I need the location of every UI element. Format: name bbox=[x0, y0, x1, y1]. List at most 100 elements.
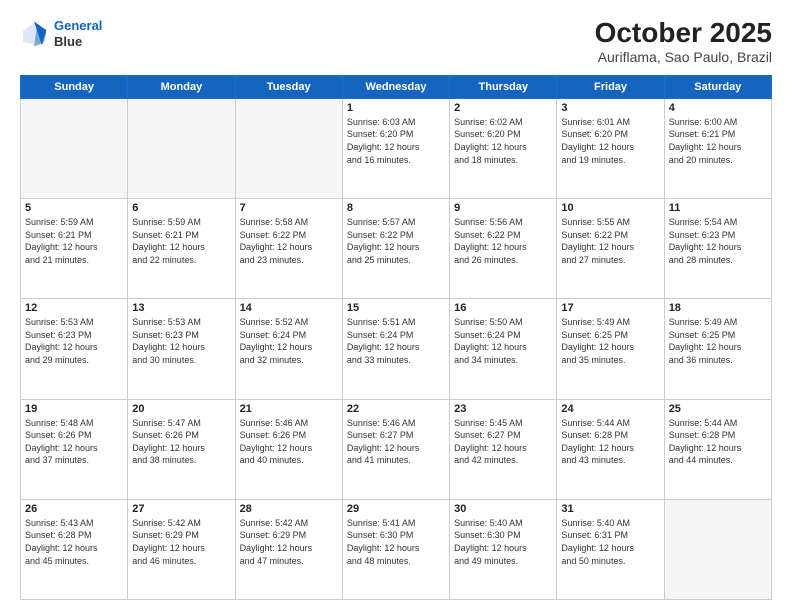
day-info: Sunrise: 5:49 AMSunset: 6:25 PMDaylight:… bbox=[561, 316, 659, 366]
day-cell: 6 Sunrise: 5:59 AMSunset: 6:21 PMDaylight… bbox=[128, 199, 235, 299]
day-number: 1 bbox=[347, 102, 445, 114]
day-info: Sunrise: 5:56 AMSunset: 6:22 PMDaylight:… bbox=[454, 216, 552, 266]
day-cell: 23 Sunrise: 5:45 AMSunset: 6:27 PMDayligh… bbox=[450, 399, 557, 499]
day-info: Sunrise: 5:41 AMSunset: 6:30 PMDaylight:… bbox=[347, 517, 445, 567]
day-info: Sunrise: 5:53 AMSunset: 6:23 PMDaylight:… bbox=[25, 316, 123, 366]
day-number: 2 bbox=[454, 102, 552, 114]
day-number: 23 bbox=[454, 403, 552, 415]
day-cell: 17 Sunrise: 5:49 AMSunset: 6:25 PMDayligh… bbox=[557, 299, 664, 399]
day-cell: 20Sunrise: 5:47 AMSunset: 6:26 PMDayligh… bbox=[128, 399, 235, 499]
day-number: 7 bbox=[240, 202, 338, 214]
day-cell: 19Sunrise: 5:48 AMSunset: 6:26 PMDayligh… bbox=[21, 399, 128, 499]
day-info: Sunrise: 5:59 AMSunset: 6:21 PMDaylight:… bbox=[132, 216, 230, 266]
day-cell: 12 Sunrise: 5:53 AMSunset: 6:23 PMDayligh… bbox=[21, 299, 128, 399]
day-number: 5 bbox=[25, 202, 123, 214]
day-cell: 30 Sunrise: 5:40 AMSunset: 6:30 PMDayligh… bbox=[450, 499, 557, 599]
weekday-header-row: SundayMondayTuesdayWednesdayThursdayFrid… bbox=[21, 75, 772, 98]
logo: GeneralBlue bbox=[20, 18, 102, 49]
day-info: Sunrise: 5:43 AMSunset: 6:28 PMDaylight:… bbox=[25, 517, 123, 567]
day-cell bbox=[664, 499, 771, 599]
day-cell: 9 Sunrise: 5:56 AMSunset: 6:22 PMDaylight… bbox=[450, 199, 557, 299]
day-info: Sunrise: 5:55 AMSunset: 6:22 PMDaylight:… bbox=[561, 216, 659, 266]
day-number: 19 bbox=[25, 403, 123, 415]
day-info: Sunrise: 5:53 AMSunset: 6:23 PMDaylight:… bbox=[132, 316, 230, 366]
day-cell: 25Sunrise: 5:44 AMSunset: 6:28 PMDayligh… bbox=[664, 399, 771, 499]
day-cell: 7 Sunrise: 5:58 AMSunset: 6:22 PMDaylight… bbox=[235, 199, 342, 299]
day-info: Sunrise: 5:40 AMSunset: 6:30 PMDaylight:… bbox=[454, 517, 552, 567]
day-cell: 24 Sunrise: 5:44 AMSunset: 6:28 PMDayligh… bbox=[557, 399, 664, 499]
week-row-1: 1 Sunrise: 6:03 AMSunset: 6:20 PMDaylight… bbox=[21, 98, 772, 198]
day-info: Sunrise: 5:57 AMSunset: 6:22 PMDaylight:… bbox=[347, 216, 445, 266]
day-number: 15 bbox=[347, 302, 445, 314]
logo-text: GeneralBlue bbox=[54, 18, 102, 49]
day-cell: 13 Sunrise: 5:53 AMSunset: 6:23 PMDayligh… bbox=[128, 299, 235, 399]
day-cell: 1 Sunrise: 6:03 AMSunset: 6:20 PMDaylight… bbox=[342, 98, 449, 198]
day-number: 29 bbox=[347, 503, 445, 515]
day-info: Sunrise: 5:58 AMSunset: 6:22 PMDaylight:… bbox=[240, 216, 338, 266]
day-cell: 2 Sunrise: 6:02 AMSunset: 6:20 PMDaylight… bbox=[450, 98, 557, 198]
day-number: 14 bbox=[240, 302, 338, 314]
day-info: Sunrise: 5:59 AMSunset: 6:21 PMDaylight:… bbox=[25, 216, 123, 266]
day-cell: 22 Sunrise: 5:46 AMSunset: 6:27 PMDayligh… bbox=[342, 399, 449, 499]
day-info: Sunrise: 5:49 AMSunset: 6:25 PMDaylight:… bbox=[669, 316, 767, 366]
day-cell: 15Sunrise: 5:51 AMSunset: 6:24 PMDayligh… bbox=[342, 299, 449, 399]
week-row-3: 12 Sunrise: 5:53 AMSunset: 6:23 PMDayligh… bbox=[21, 299, 772, 399]
day-cell bbox=[235, 98, 342, 198]
day-cell: 11Sunrise: 5:54 AMSunset: 6:23 PMDayligh… bbox=[664, 199, 771, 299]
title-block: October 2025 Auriflama, Sao Paulo, Brazi… bbox=[595, 18, 772, 65]
day-cell: 5 Sunrise: 5:59 AMSunset: 6:21 PMDaylight… bbox=[21, 199, 128, 299]
day-number: 9 bbox=[454, 202, 552, 214]
day-number: 31 bbox=[561, 503, 659, 515]
day-number: 24 bbox=[561, 403, 659, 415]
weekday-header-wednesday: Wednesday bbox=[342, 75, 449, 98]
day-number: 13 bbox=[132, 302, 230, 314]
day-info: Sunrise: 5:40 AMSunset: 6:31 PMDaylight:… bbox=[561, 517, 659, 567]
day-info: Sunrise: 5:45 AMSunset: 6:27 PMDaylight:… bbox=[454, 417, 552, 467]
day-info: Sunrise: 5:44 AMSunset: 6:28 PMDaylight:… bbox=[561, 417, 659, 467]
day-cell: 21Sunrise: 5:46 AMSunset: 6:26 PMDayligh… bbox=[235, 399, 342, 499]
day-cell: 4Sunrise: 6:00 AMSunset: 6:21 PMDaylight… bbox=[664, 98, 771, 198]
weekday-header-thursday: Thursday bbox=[450, 75, 557, 98]
page: GeneralBlue October 2025 Auriflama, Sao … bbox=[0, 0, 792, 612]
calendar-table: SundayMondayTuesdayWednesdayThursdayFrid… bbox=[20, 75, 772, 600]
day-info: Sunrise: 5:42 AMSunset: 6:29 PMDaylight:… bbox=[240, 517, 338, 567]
day-cell: 3 Sunrise: 6:01 AMSunset: 6:20 PMDaylight… bbox=[557, 98, 664, 198]
day-cell: 8Sunrise: 5:57 AMSunset: 6:22 PMDaylight… bbox=[342, 199, 449, 299]
weekday-header-monday: Monday bbox=[128, 75, 235, 98]
day-info: Sunrise: 5:46 AMSunset: 6:27 PMDaylight:… bbox=[347, 417, 445, 467]
day-info: Sunrise: 5:42 AMSunset: 6:29 PMDaylight:… bbox=[132, 517, 230, 567]
day-number: 17 bbox=[561, 302, 659, 314]
day-number: 28 bbox=[240, 503, 338, 515]
day-cell bbox=[21, 98, 128, 198]
day-info: Sunrise: 5:52 AMSunset: 6:24 PMDaylight:… bbox=[240, 316, 338, 366]
day-number: 21 bbox=[240, 403, 338, 415]
day-number: 10 bbox=[561, 202, 659, 214]
day-number: 12 bbox=[25, 302, 123, 314]
day-number: 27 bbox=[132, 503, 230, 515]
day-cell bbox=[128, 98, 235, 198]
day-number: 11 bbox=[669, 202, 767, 214]
day-number: 22 bbox=[347, 403, 445, 415]
day-number: 6 bbox=[132, 202, 230, 214]
day-number: 3 bbox=[561, 102, 659, 114]
calendar-subtitle: Auriflama, Sao Paulo, Brazil bbox=[595, 49, 772, 65]
day-number: 25 bbox=[669, 403, 767, 415]
week-row-4: 19Sunrise: 5:48 AMSunset: 6:26 PMDayligh… bbox=[21, 399, 772, 499]
day-number: 16 bbox=[454, 302, 552, 314]
day-cell: 27 Sunrise: 5:42 AMSunset: 6:29 PMDayligh… bbox=[128, 499, 235, 599]
logo-icon bbox=[20, 20, 48, 48]
day-info: Sunrise: 5:50 AMSunset: 6:24 PMDaylight:… bbox=[454, 316, 552, 366]
weekday-header-friday: Friday bbox=[557, 75, 664, 98]
day-info: Sunrise: 6:01 AMSunset: 6:20 PMDaylight:… bbox=[561, 116, 659, 166]
week-row-2: 5 Sunrise: 5:59 AMSunset: 6:21 PMDaylight… bbox=[21, 199, 772, 299]
day-cell: 31 Sunrise: 5:40 AMSunset: 6:31 PMDayligh… bbox=[557, 499, 664, 599]
calendar-title: October 2025 bbox=[595, 18, 772, 49]
day-info: Sunrise: 6:02 AMSunset: 6:20 PMDaylight:… bbox=[454, 116, 552, 166]
day-cell: 10 Sunrise: 5:55 AMSunset: 6:22 PMDayligh… bbox=[557, 199, 664, 299]
day-number: 18 bbox=[669, 302, 767, 314]
weekday-header-tuesday: Tuesday bbox=[235, 75, 342, 98]
day-info: Sunrise: 6:03 AMSunset: 6:20 PMDaylight:… bbox=[347, 116, 445, 166]
day-number: 30 bbox=[454, 503, 552, 515]
day-cell: 18 Sunrise: 5:49 AMSunset: 6:25 PMDayligh… bbox=[664, 299, 771, 399]
day-number: 4 bbox=[669, 102, 767, 114]
